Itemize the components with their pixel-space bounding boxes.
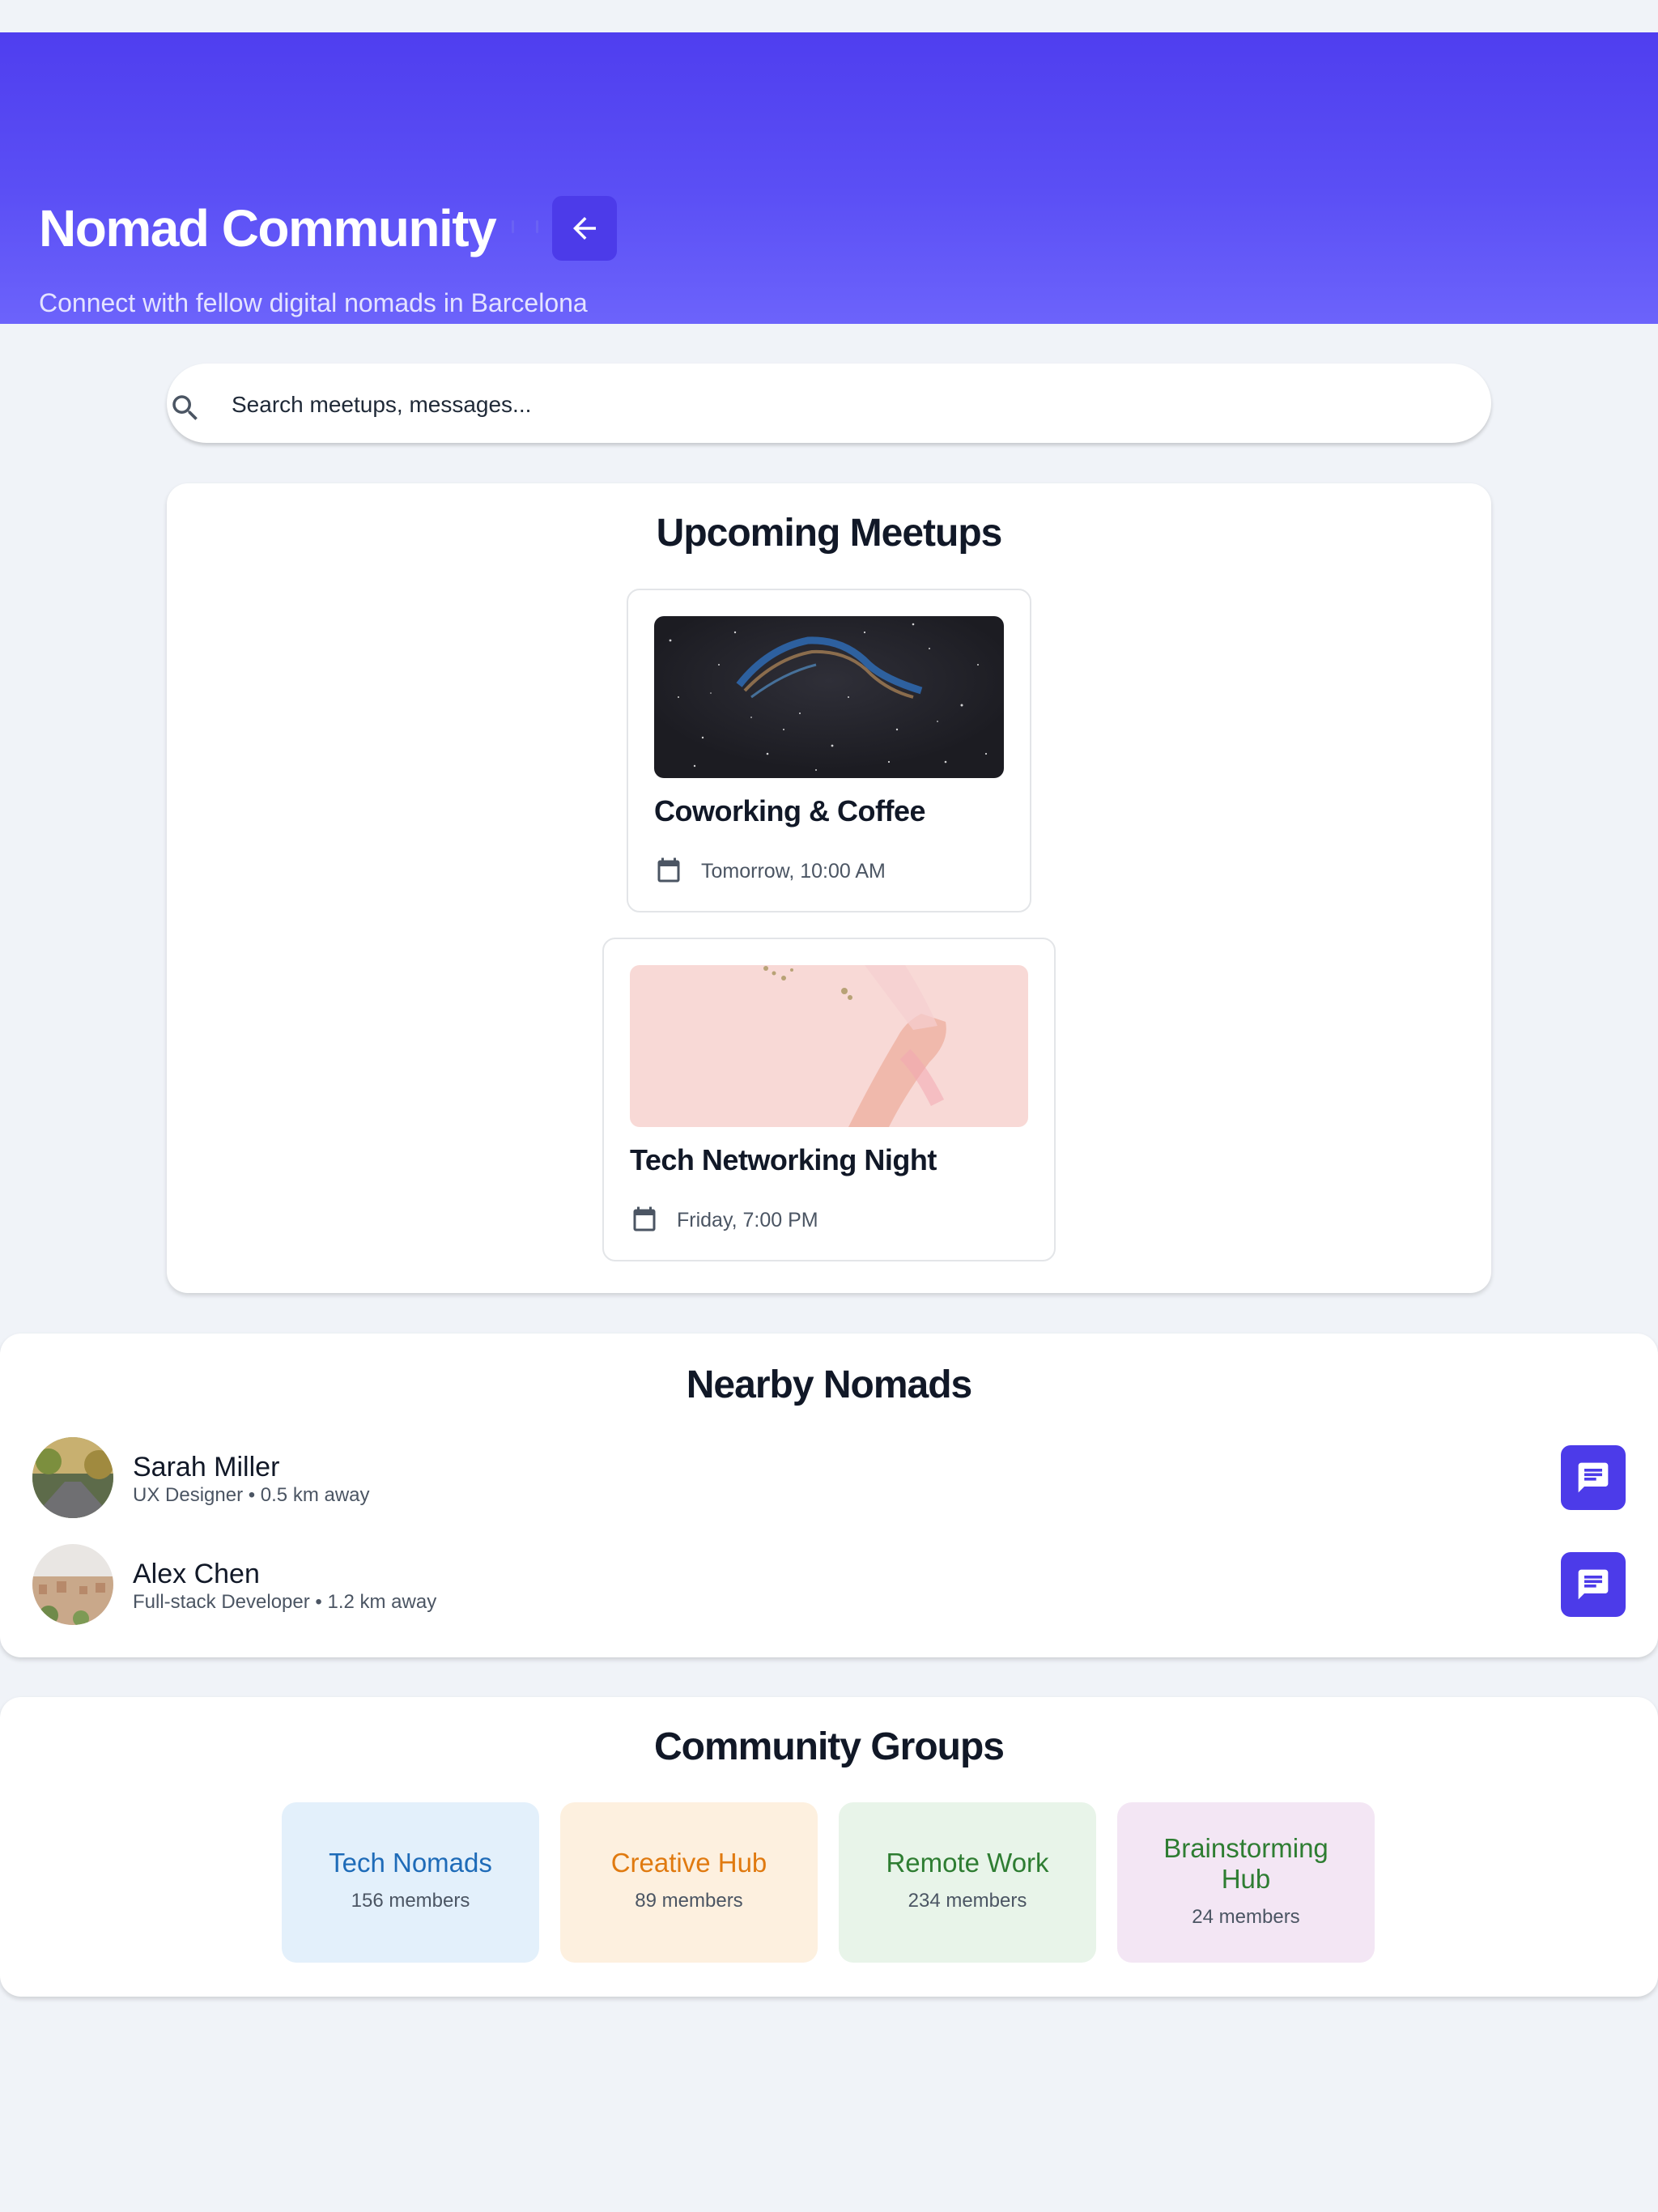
meetup-image-nebula <box>654 616 1004 778</box>
arrow-left-icon <box>573 217 596 240</box>
meetup-card-tech-networking[interactable]: Tech Networking Night Friday, 7:00 PM <box>602 938 1056 1261</box>
nearby-nomads-section: Nearby Nomads Sarah Miller UX Designer •… <box>0 1334 1658 1657</box>
meetup-title: Tech Networking Night <box>630 1143 937 1176</box>
community-groups-section: Community Groups <box>0 1697 1658 1997</box>
chat-message-icon <box>1578 1569 1609 1600</box>
avatar <box>32 1437 113 1518</box>
search-input[interactable] <box>230 384 1448 426</box>
list-item[interactable]: Sarah Miller UX Designer • 0.5 km away <box>0 1436 1658 1526</box>
group-member-count: 89 members <box>635 1890 743 1912</box>
message-button[interactable] <box>1561 1552 1626 1617</box>
list-item[interactable]: Alex Chen Full-stack Developer • 1.2 km … <box>0 1542 1658 1633</box>
meetup-time: Tomorrow, 10:00 AM <box>701 860 886 883</box>
chat-message-icon <box>1578 1462 1609 1493</box>
groups-heading: Community Groups <box>653 1725 1005 1768</box>
back-button[interactable] <box>552 196 617 261</box>
meetup-title: Coworking & Coffee <box>654 794 926 827</box>
nomad-name: Alex Chen <box>133 1559 260 1589</box>
group-card[interactable]: Tech Nomads 156 members <box>282 1802 539 1963</box>
meetup-card-coworking[interactable]: Coworking & Coffee Tomorrow, 10:00 AM <box>627 589 1031 912</box>
group-name: Creative Hub <box>610 1848 767 1878</box>
nomads-heading: Nearby Nomads <box>686 1363 972 1406</box>
search-icon <box>172 395 198 420</box>
nomad-details: UX Designer • 0.5 km away <box>133 1484 370 1506</box>
avatar <box>32 1544 113 1625</box>
group-card[interactable]: Creative Hub 89 members <box>560 1802 818 1963</box>
group-card[interactable]: Remote Work 234 members <box>839 1802 1096 1963</box>
nomad-name: Sarah Miller <box>133 1452 280 1482</box>
group-member-count: 156 members <box>351 1890 470 1912</box>
page-subtitle: Connect with fellow digital nomads in Ba… <box>39 288 588 317</box>
group-name: Remote Work <box>886 1848 1049 1878</box>
message-button[interactable] <box>1561 1445 1626 1510</box>
page-title: Nomad Community <box>39 199 497 257</box>
calendar-icon <box>657 857 680 883</box>
meetup-image-glass <box>630 965 1028 1127</box>
group-member-count: 234 members <box>908 1890 1027 1912</box>
nomad-details: Full-stack Developer • 1.2 km away <box>133 1591 437 1613</box>
meetup-time: Friday, 7:00 PM <box>677 1209 818 1231</box>
group-member-count: 24 members <box>1192 1906 1300 1928</box>
group-card[interactable]: Brainstorming Hub 24 members <box>1117 1802 1375 1963</box>
app-header: Nomad Community Connect with fellow digi… <box>0 32 1658 324</box>
group-name: Tech Nomads <box>329 1848 492 1878</box>
meetups-heading: Upcoming Meetups <box>656 512 1003 555</box>
calendar-icon <box>633 1206 656 1231</box>
meetups-section: Upcoming Meetups Coworking & Coffee Tomo… <box>167 483 1491 1293</box>
group-name: Brainstorming Hub <box>1163 1833 1329 1894</box>
